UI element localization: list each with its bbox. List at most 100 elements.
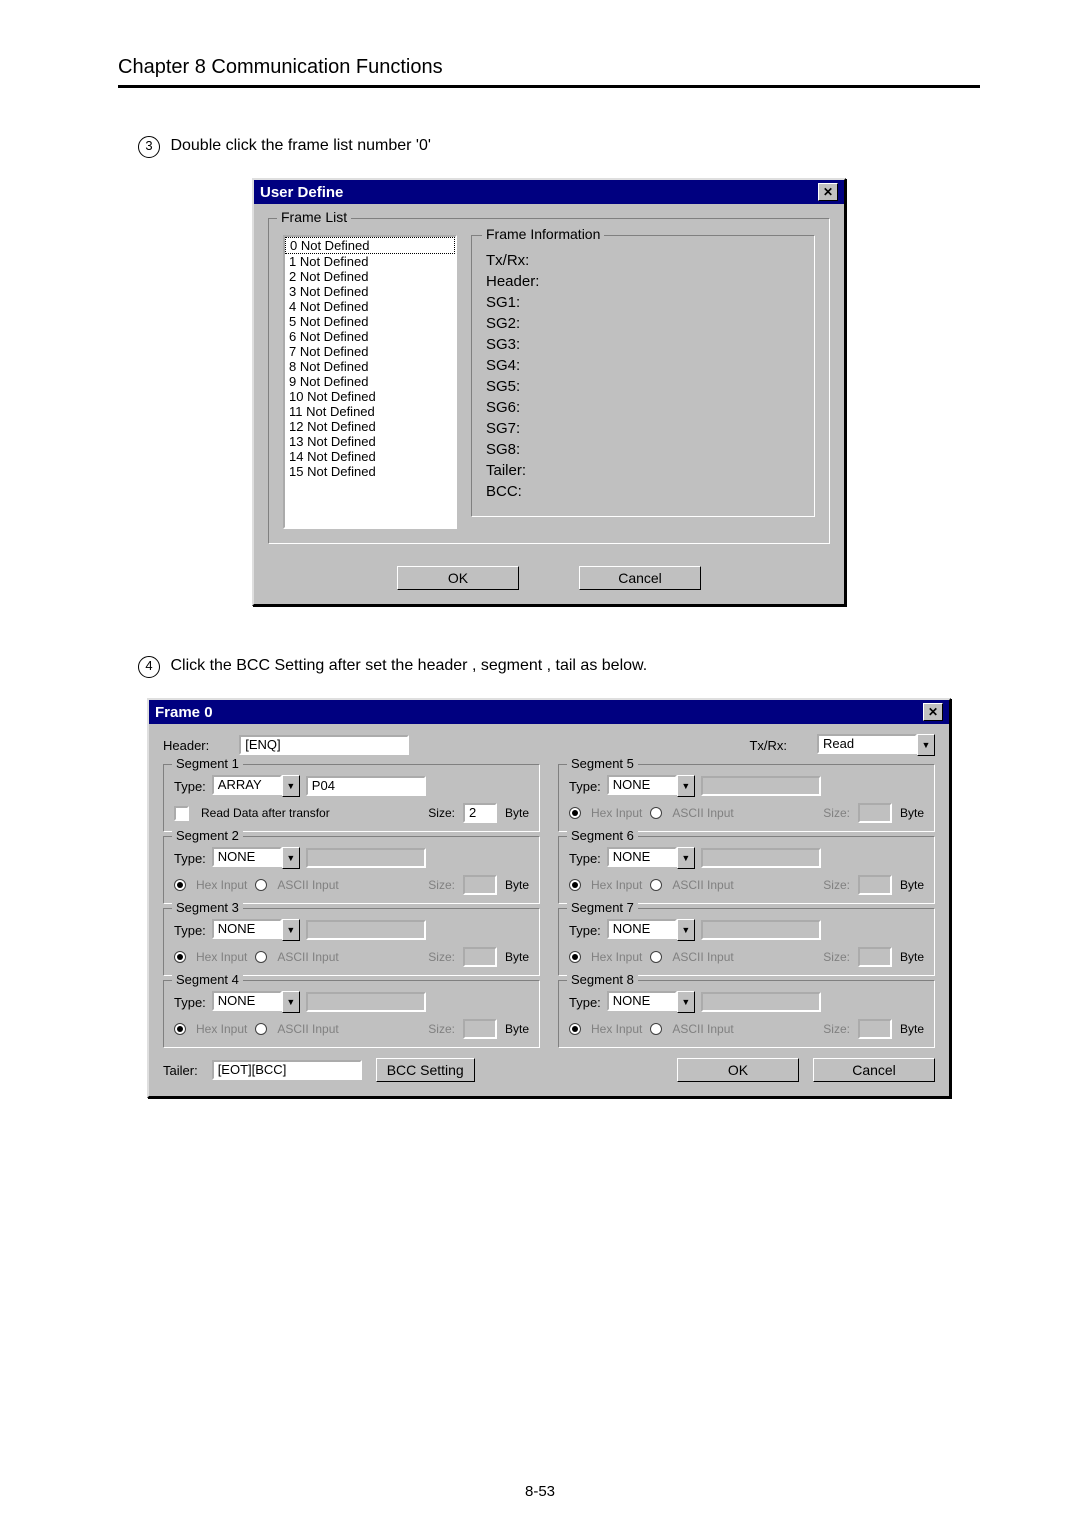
step-4-number: 4 — [138, 656, 160, 678]
list-item[interactable]: 3 Not Defined — [285, 284, 455, 299]
info-row: SG4: — [486, 357, 800, 374]
size-label: Size: — [428, 878, 455, 892]
frame-info-legend: Frame Information — [482, 226, 604, 242]
list-item[interactable]: 12 Not Defined — [285, 419, 455, 434]
bcc-setting-button[interactable]: BCC Setting — [376, 1058, 475, 1082]
close-icon[interactable]: ✕ — [818, 183, 838, 201]
hex-label: Hex Input — [591, 878, 642, 892]
type-select[interactable]: NONE ▼ — [607, 847, 695, 869]
size-input[interactable]: 2 — [463, 803, 497, 823]
info-row: Header: — [486, 273, 800, 290]
list-item[interactable]: 0 Not Defined — [285, 237, 455, 254]
list-item[interactable]: 4 Not Defined — [285, 299, 455, 314]
cancel-button[interactable]: Cancel — [813, 1058, 935, 1082]
size-label: Size: — [823, 878, 850, 892]
segment-group: Segment 2 Type: NONE ▼ Hex Input ASCII I… — [163, 836, 540, 904]
size-input — [463, 875, 497, 895]
info-row: Tx/Rx: — [486, 252, 800, 269]
ok-button[interactable]: OK — [677, 1058, 799, 1082]
type-select[interactable]: NONE ▼ — [212, 847, 300, 869]
frame-list-box[interactable]: 0 Not Defined1 Not Defined2 Not Defined3… — [283, 235, 457, 529]
frame-list-legend: Frame List — [277, 209, 351, 225]
close-icon[interactable]: ✕ — [923, 703, 943, 721]
chevron-down-icon[interactable]: ▼ — [677, 919, 695, 941]
chevron-down-icon[interactable]: ▼ — [282, 775, 300, 797]
chevron-down-icon[interactable]: ▼ — [282, 991, 300, 1013]
chevron-down-icon[interactable]: ▼ — [677, 991, 695, 1013]
info-row: SG6: — [486, 399, 800, 416]
segment-value-input[interactable]: P04 — [306, 776, 426, 796]
size-input — [858, 1019, 892, 1039]
list-item[interactable]: 11 Not Defined — [285, 404, 455, 419]
radio-ascii — [255, 879, 267, 891]
segment-group: Segment 6 Type: NONE ▼ Hex Input ASCII I… — [558, 836, 935, 904]
ascii-label: ASCII Input — [277, 878, 338, 892]
type-select[interactable]: NONE ▼ — [607, 919, 695, 941]
chevron-down-icon[interactable]: ▼ — [677, 775, 695, 797]
type-select[interactable]: NONE ▼ — [607, 991, 695, 1013]
dialog1-title: User Define — [260, 184, 343, 201]
info-row: SG7: — [486, 420, 800, 437]
list-item[interactable]: 5 Not Defined — [285, 314, 455, 329]
segment-group: Segment 7 Type: NONE ▼ Hex Input ASCII I… — [558, 908, 935, 976]
info-row: BCC: — [486, 483, 800, 500]
type-label: Type: — [569, 779, 601, 794]
cancel-button[interactable]: Cancel — [579, 566, 701, 590]
segment-legend: Segment 6 — [567, 828, 638, 843]
checkbox[interactable] — [174, 806, 189, 821]
list-item[interactable]: 8 Not Defined — [285, 359, 455, 374]
list-item[interactable]: 7 Not Defined — [285, 344, 455, 359]
tailer-input[interactable]: [EOT][BCC] — [212, 1060, 362, 1080]
size-input — [463, 947, 497, 967]
dialog2-titlebar[interactable]: Frame 0 ✕ — [149, 700, 949, 724]
radio-hex — [569, 807, 581, 819]
frame-list-group: Frame List 0 Not Defined1 Not Defined2 N… — [268, 218, 830, 544]
size-label: Size: — [428, 950, 455, 964]
ascii-label: ASCII Input — [672, 1022, 733, 1036]
radio-hex — [174, 879, 186, 891]
ok-button[interactable]: OK — [397, 566, 519, 590]
chevron-down-icon[interactable]: ▼ — [677, 847, 695, 869]
txrx-select[interactable]: Read ▼ — [817, 734, 935, 756]
type-select[interactable]: NONE ▼ — [607, 775, 695, 797]
size-label: Size: — [428, 1022, 455, 1036]
segment-group: Segment 5 Type: NONE ▼ Hex Input ASCII I… — [558, 764, 935, 832]
segment-legend: Segment 7 — [567, 900, 638, 915]
byte-label: Byte — [505, 806, 529, 820]
frame0-dialog: Frame 0 ✕ Header: [ENQ] Tx/Rx: Read ▼ Se… — [147, 698, 951, 1098]
radio-ascii — [650, 1023, 662, 1035]
byte-label: Byte — [505, 950, 529, 964]
size-label: Size: — [428, 806, 455, 820]
radio-ascii — [255, 951, 267, 963]
chevron-down-icon[interactable]: ▼ — [282, 919, 300, 941]
list-item[interactable]: 14 Not Defined — [285, 449, 455, 464]
list-item[interactable]: 6 Not Defined — [285, 329, 455, 344]
type-label: Type: — [569, 923, 601, 938]
list-item[interactable]: 10 Not Defined — [285, 389, 455, 404]
dialog1-titlebar[interactable]: User Define ✕ — [254, 180, 844, 204]
header-input[interactable]: [ENQ] — [239, 735, 409, 755]
info-row: SG5: — [486, 378, 800, 395]
read-after-label: Read Data after transfor — [201, 806, 330, 820]
type-select[interactable]: ARRAY ▼ — [212, 775, 300, 797]
type-select[interactable]: NONE ▼ — [212, 991, 300, 1013]
segment-legend: Segment 1 — [172, 756, 243, 771]
list-item[interactable]: 13 Not Defined — [285, 434, 455, 449]
dialog2-title: Frame 0 — [155, 704, 213, 721]
list-item[interactable]: 2 Not Defined — [285, 269, 455, 284]
type-label: Type: — [174, 851, 206, 866]
type-select[interactable]: NONE ▼ — [212, 919, 300, 941]
step-4: 4 Click the BCC Setting after set the he… — [138, 656, 980, 678]
hex-label: Hex Input — [196, 950, 247, 964]
segment-legend: Segment 2 — [172, 828, 243, 843]
segment-legend: Segment 3 — [172, 900, 243, 915]
list-item[interactable]: 9 Not Defined — [285, 374, 455, 389]
segment-value-input — [306, 848, 426, 868]
chevron-down-icon[interactable]: ▼ — [282, 847, 300, 869]
list-item[interactable]: 1 Not Defined — [285, 254, 455, 269]
segment-value-input — [701, 992, 821, 1012]
chevron-down-icon[interactable]: ▼ — [917, 734, 935, 756]
list-item[interactable]: 15 Not Defined — [285, 464, 455, 479]
segment-legend: Segment 5 — [567, 756, 638, 771]
byte-label: Byte — [900, 878, 924, 892]
